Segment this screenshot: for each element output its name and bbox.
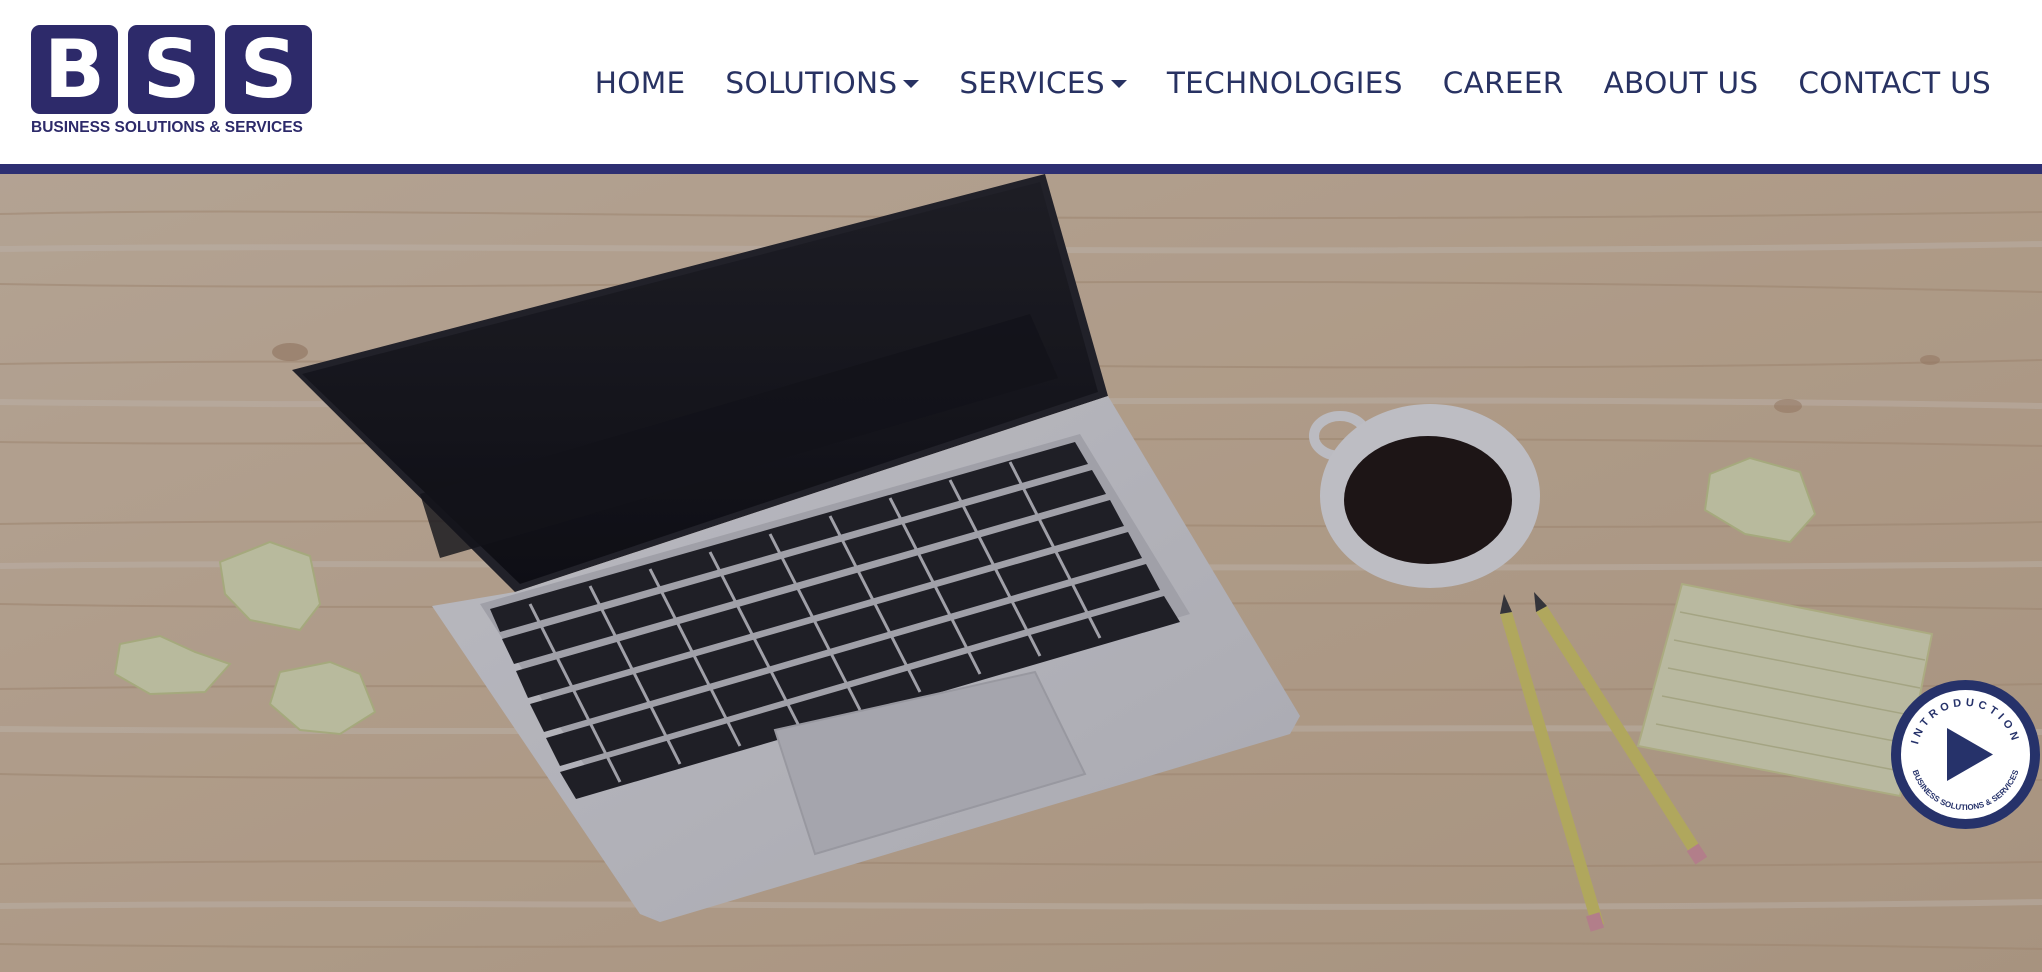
nav-solutions[interactable]: SOLUTIONS: [725, 62, 920, 104]
nav-services-label: SERVICES: [959, 66, 1105, 100]
header-accent-bar: [0, 164, 2042, 174]
svg-text:INTRODUCTION: INTRODUCTION: [1909, 697, 2022, 746]
bss-logo[interactable]: B S S BUSINESS SOLUTIONS & SERVICES: [31, 25, 313, 137]
main-nav: HOME SOLUTIONS SERVICES TECHNOLOGIES CAR…: [595, 62, 1991, 104]
logo-letter-b: B: [31, 25, 118, 114]
intro-top-text: INTRODUCTION: [1909, 697, 2018, 746]
nav-about-us-label: ABOUT US: [1603, 66, 1759, 100]
nav-contact-us[interactable]: CONTACT US: [1798, 62, 1991, 104]
nav-career-label: CAREER: [1442, 66, 1564, 100]
caret-down-icon: [903, 80, 920, 88]
nav-services[interactable]: SERVICES: [959, 62, 1127, 104]
play-icon: INTRODUCTION BUSINESS SOLUTIONS & SERVIC…: [1909, 697, 2022, 812]
nav-technologies[interactable]: TECHNOLOGIES: [1167, 62, 1403, 104]
logo-letter-s1: S: [128, 25, 215, 114]
nav-home-label: HOME: [594, 66, 686, 100]
intro-bottom-text: BUSINESS SOLUTIONS & SERVICES: [1911, 768, 2021, 812]
logo-mark: B S S: [31, 25, 313, 114]
caret-down-icon: [1110, 80, 1127, 88]
nav-home[interactable]: HOME: [595, 62, 686, 104]
hero-image: [0, 174, 2042, 972]
nav-technologies-label: TECHNOLOGIES: [1166, 66, 1403, 100]
nav-solutions-label: SOLUTIONS: [725, 66, 898, 100]
svg-text:BUSINESS SOLUTIONS & SERVICES: BUSINESS SOLUTIONS & SERVICES: [1911, 768, 2021, 812]
site-header: B S S BUSINESS SOLUTIONS & SERVICES HOME…: [0, 0, 2042, 164]
nav-about-us[interactable]: ABOUT US: [1604, 62, 1759, 104]
intro-video-button[interactable]: INTRODUCTION BUSINESS SOLUTIONS & SERVIC…: [1891, 680, 2040, 829]
nav-contact-us-label: CONTACT US: [1798, 66, 1991, 100]
logo-tagline: BUSINESS SOLUTIONS & SERVICES: [31, 119, 303, 136]
logo-letter-s2: S: [225, 25, 312, 114]
hero-banner: [0, 174, 2042, 972]
nav-career[interactable]: CAREER: [1443, 62, 1564, 104]
